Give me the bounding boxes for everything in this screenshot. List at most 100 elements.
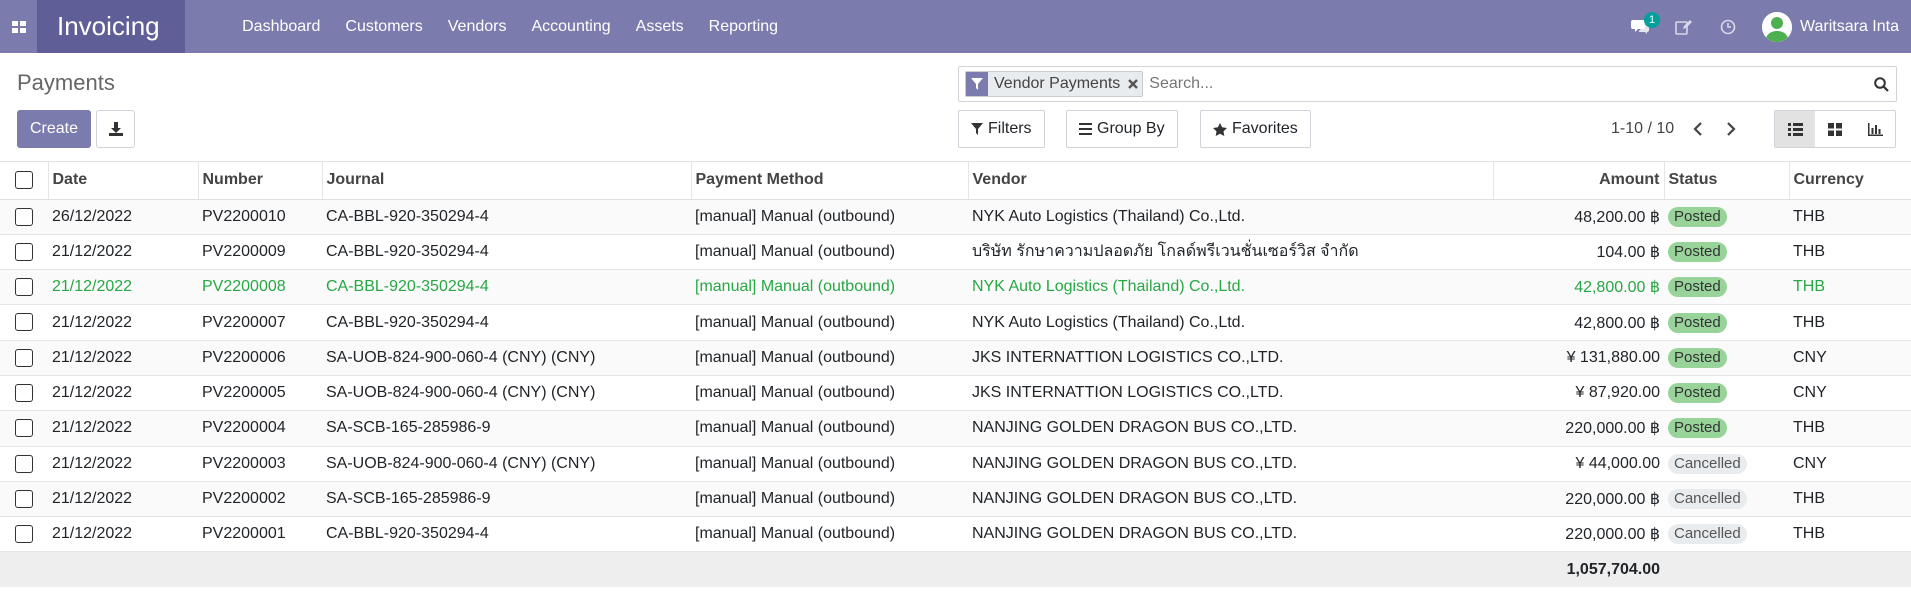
groupby-button[interactable]: Group By	[1066, 110, 1178, 148]
table-row[interactable]: 21/12/2022 PV2200006 SA-UOB-824-900-060-4 …	[0, 340, 1911, 376]
table-row[interactable]: 21/12/2022 PV2200009 CA-BBL-920-350294-4 [m…	[0, 234, 1911, 271]
currency-cell: THB	[1789, 269, 1911, 306]
apps-menu-icon[interactable]	[0, 0, 37, 53]
messaging-icon[interactable]: 1	[1618, 0, 1662, 53]
view-switcher	[1774, 110, 1896, 148]
pager-next-icon[interactable]	[1714, 110, 1748, 148]
user-menu[interactable]: Waritsara Inta	[1762, 11, 1899, 42]
facet-remove-icon[interactable]	[1124, 72, 1142, 96]
row-checkbox[interactable]	[15, 242, 33, 261]
edit-note-icon[interactable]	[1662, 0, 1706, 53]
payments-table: Date Number Journal Payment Method Vendo…	[0, 162, 1911, 587]
table-row[interactable]: 21/12/2022 PV2200001 CA-BBL-920-350294-4 [m…	[0, 516, 1911, 553]
payment-method-cell: [manual] Manual (outbound)	[691, 481, 968, 518]
column-header-date[interactable]: Date	[47, 162, 198, 200]
currency-cell: CNY	[1789, 375, 1911, 412]
row-select-cell	[0, 410, 48, 447]
vendor-cell: NANJING GOLDEN DRAGON BUS CO.,LTD.	[968, 410, 1493, 447]
status-cell: Posted	[1664, 340, 1789, 376]
page-title: Payments	[17, 70, 115, 95]
search-input[interactable]	[1149, 75, 1866, 93]
payment-method-cell: [manual] Manual (outbound)	[691, 340, 968, 376]
number-cell: PV2200006	[198, 340, 322, 376]
favorites-button[interactable]: Favorites	[1200, 110, 1311, 148]
payment-method-cell: [manual] Manual (outbound)	[691, 375, 968, 412]
activity-clock-icon[interactable]	[1706, 0, 1750, 53]
row-checkbox[interactable]	[15, 525, 33, 544]
menu-accounting[interactable]: Accounting	[519, 0, 623, 53]
table-header-row: Date Number Journal Payment Method Vendo…	[0, 162, 1911, 200]
row-select-cell	[0, 340, 48, 376]
column-header-status[interactable]: Status	[1663, 162, 1789, 200]
app-brand[interactable]: Invoicing	[37, 0, 185, 53]
number-cell: PV2200002	[198, 481, 322, 518]
column-header-amount[interactable]: Amount	[1492, 162, 1664, 200]
status-cell: Cancelled	[1664, 516, 1789, 553]
menu-reporting[interactable]: Reporting	[696, 0, 790, 53]
row-checkbox[interactable]	[15, 348, 33, 367]
graph-view-icon[interactable]	[1855, 111, 1895, 147]
status-badge: Cancelled	[1668, 453, 1747, 474]
create-button[interactable]: Create	[17, 110, 91, 148]
download-icon	[108, 122, 123, 136]
column-header-currency[interactable]: Currency	[1788, 162, 1911, 200]
vendor-cell: NANJING GOLDEN DRAGON BUS CO.,LTD.	[968, 446, 1493, 482]
vendor-cell: NANJING GOLDEN DRAGON BUS CO.,LTD.	[968, 481, 1493, 518]
pager: 1-10 / 10	[1611, 110, 1748, 148]
pager-value[interactable]: 1-10 / 10	[1611, 120, 1674, 138]
column-header-number[interactable]: Number	[197, 162, 322, 200]
amount-cell: ¥ 44,000.00	[1493, 446, 1664, 482]
currency-cell: CNY	[1789, 446, 1911, 482]
menu-customers[interactable]: Customers	[333, 0, 435, 53]
amount-cell: 42,800.00 ฿	[1493, 304, 1664, 341]
currency-cell: THB	[1789, 481, 1911, 518]
number-cell: PV2200001	[198, 516, 322, 553]
date-cell: 21/12/2022	[48, 410, 198, 447]
payment-method-cell: [manual] Manual (outbound)	[691, 199, 968, 235]
status-cell: Posted	[1664, 410, 1789, 447]
pager-previous-icon[interactable]	[1680, 110, 1714, 148]
row-checkbox[interactable]	[15, 454, 33, 473]
menu-vendors[interactable]: Vendors	[435, 0, 519, 53]
number-cell: PV2200008	[198, 269, 322, 306]
status-cell: Posted	[1664, 375, 1789, 412]
status-badge: Cancelled	[1668, 489, 1747, 510]
amount-cell: 48,200.00 ฿	[1493, 199, 1664, 235]
row-checkbox[interactable]	[15, 207, 33, 226]
column-header-vendor[interactable]: Vendor	[967, 162, 1493, 200]
journal-cell: CA-BBL-920-350294-4	[322, 234, 691, 271]
row-checkbox[interactable]	[15, 313, 33, 332]
amount-cell: 220,000.00 ฿	[1493, 410, 1664, 447]
menu-dashboard[interactable]: Dashboard	[230, 0, 333, 53]
list-view-icon[interactable]	[1775, 111, 1815, 147]
control-panel: Payments Create Vendor Payments Filters …	[0, 53, 1911, 162]
export-button[interactable]	[96, 110, 135, 148]
table-row[interactable]: 21/12/2022 PV2200002 SA-SCB-165-285986-9 [m…	[0, 481, 1911, 518]
search-icon[interactable]	[1866, 76, 1896, 92]
row-checkbox[interactable]	[15, 489, 33, 508]
row-checkbox[interactable]	[15, 278, 33, 297]
table-row[interactable]: 21/12/2022 PV2200007 CA-BBL-920-350294-4 [m…	[0, 304, 1911, 341]
column-header-payment-method[interactable]: Payment Method	[690, 162, 968, 200]
filters-button[interactable]: Filters	[958, 110, 1045, 148]
select-all-checkbox[interactable]	[14, 171, 33, 190]
table-row[interactable]: 21/12/2022 PV2200005 SA-UOB-824-900-060-4 …	[0, 375, 1911, 412]
menu-assets[interactable]: Assets	[623, 0, 696, 53]
table-row[interactable]: 26/12/2022 PV2200010 CA-BBL-920-350294-4 [m…	[0, 199, 1911, 235]
payment-method-cell: [manual] Manual (outbound)	[691, 446, 968, 482]
row-checkbox[interactable]	[15, 419, 33, 438]
status-badge: Posted	[1668, 418, 1727, 439]
table-row[interactable]: 21/12/2022 PV2200003 SA-UOB-824-900-060-4 …	[0, 446, 1911, 482]
journal-cell: CA-BBL-920-350294-4	[322, 269, 691, 306]
amount-cell: 220,000.00 ฿	[1493, 516, 1664, 553]
status-cell: Cancelled	[1664, 481, 1789, 518]
column-header-journal[interactable]: Journal	[321, 162, 691, 200]
table-row[interactable]: 21/12/2022 PV2200004 SA-SCB-165-285986-9 [m…	[0, 410, 1911, 447]
row-checkbox[interactable]	[15, 384, 33, 403]
number-cell: PV2200005	[198, 375, 322, 412]
table-row[interactable]: 21/12/2022 PV2200008 CA-BBL-920-350294-4 [m…	[0, 269, 1911, 306]
kanban-view-icon[interactable]	[1815, 111, 1855, 147]
number-cell: PV2200009	[198, 234, 322, 271]
currency-cell: THB	[1789, 199, 1911, 235]
payment-method-cell: [manual] Manual (outbound)	[691, 410, 968, 447]
